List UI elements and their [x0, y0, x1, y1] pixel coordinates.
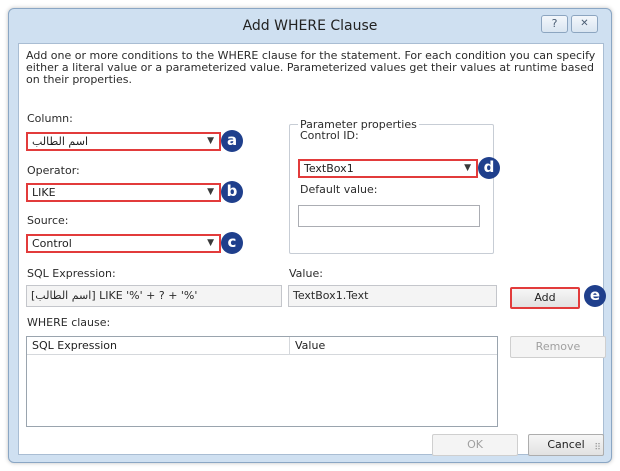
source-dropdown[interactable]: Control ▼: [26, 234, 221, 253]
dialog-body: Add one or more conditions to the WHERE …: [18, 43, 606, 456]
operator-label: Operator:: [27, 164, 80, 177]
where-clause-grid[interactable]: SQL Expression Value: [26, 336, 498, 427]
chevron-down-icon: ▼: [207, 238, 214, 248]
grid-header: SQL Expression Value: [27, 337, 497, 355]
help-icon: ?: [551, 17, 558, 30]
callout-e: e: [584, 285, 606, 307]
title-bar: Add WHERE Clause ? ✕: [9, 9, 611, 43]
value-field: TextBox1.Text: [288, 285, 497, 307]
dialog-description: Add one or more conditions to the WHERE …: [26, 49, 596, 86]
callout-d: d: [478, 157, 500, 179]
control-id-dropdown[interactable]: TextBox1 ▼: [298, 159, 478, 178]
callout-c: c: [221, 232, 243, 254]
column-label: Column:: [27, 112, 73, 125]
source-label: Source:: [27, 214, 69, 227]
column-value: اسم الطالب: [32, 135, 89, 148]
callout-a: a: [221, 130, 243, 152]
default-value-input[interactable]: [298, 205, 480, 227]
parameter-properties-group: Parameter properties Control ID: TextBox…: [289, 118, 494, 254]
chevron-down-icon: ▼: [207, 136, 214, 146]
resize-grip-icon[interactable]: ⠿: [594, 444, 601, 453]
column-header-sql-expression[interactable]: SQL Expression: [27, 337, 289, 355]
remove-button[interactable]: Remove: [510, 336, 606, 358]
close-icon: ✕: [580, 18, 589, 29]
source-value: Control: [32, 237, 72, 250]
value-label: Value:: [289, 267, 323, 280]
default-value-label: Default value:: [300, 183, 378, 196]
chevron-down-icon: ▼: [464, 163, 471, 173]
ok-button[interactable]: OK: [432, 434, 518, 456]
help-button[interactable]: ?: [541, 15, 568, 33]
control-id-value: TextBox1: [304, 162, 354, 175]
chevron-down-icon: ▼: [207, 187, 214, 197]
callout-b: b: [221, 181, 243, 203]
column-dropdown[interactable]: اسم الطالب ▼: [26, 132, 221, 151]
dialog-title: Add WHERE Clause: [242, 18, 378, 34]
sql-expression-label: SQL Expression:: [27, 267, 116, 280]
operator-value: LIKE: [32, 186, 56, 199]
column-header-value[interactable]: Value: [290, 337, 497, 355]
operator-dropdown[interactable]: LIKE ▼: [26, 183, 221, 202]
add-button[interactable]: Add: [510, 287, 580, 309]
add-where-clause-dialog: Add WHERE Clause ? ✕ Add one or more con…: [8, 8, 612, 463]
cancel-button[interactable]: Cancel: [528, 434, 604, 456]
where-clause-label: WHERE clause:: [27, 316, 111, 329]
close-button[interactable]: ✕: [571, 15, 598, 33]
sql-expression-field: [اسم الطالب] LIKE '%' + ? + '%': [26, 285, 282, 307]
control-id-label: Control ID:: [300, 129, 359, 142]
